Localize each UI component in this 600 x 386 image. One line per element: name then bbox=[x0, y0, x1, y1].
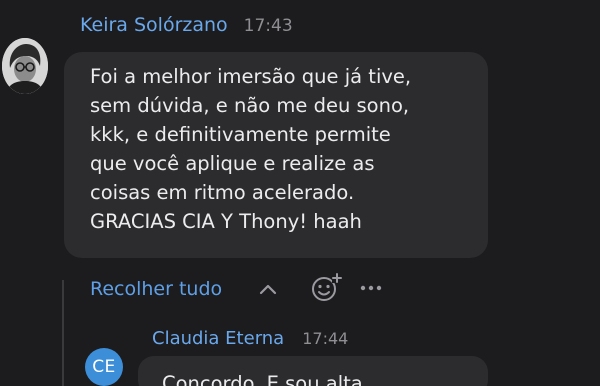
reply-author-name[interactable]: Claudia Eterna bbox=[152, 328, 284, 349]
author-name[interactable]: Keira Solórzano bbox=[80, 14, 228, 36]
message-text-line: que você aplique e realize as bbox=[90, 152, 375, 175]
author-avatar[interactable] bbox=[2, 38, 48, 94]
chevron-up-icon[interactable] bbox=[258, 282, 278, 296]
message-text-line: Foi a melhor imersão que já tive, bbox=[90, 65, 412, 88]
more-options-icon[interactable] bbox=[358, 282, 384, 294]
add-reaction-icon[interactable] bbox=[310, 272, 342, 304]
message-header: Keira Solórzano 17:43 bbox=[80, 14, 293, 40]
message-text-line: kkk, e definitivamente permite bbox=[90, 123, 391, 146]
collapse-all-link[interactable]: Recolher tudo bbox=[90, 276, 222, 302]
reply-avatar[interactable]: CE bbox=[85, 348, 123, 386]
thread-connector-line bbox=[62, 280, 64, 386]
message-timestamp: 17:43 bbox=[243, 16, 293, 36]
avatar-portrait-icon bbox=[2, 38, 48, 94]
reply-header: Claudia Eterna 17:44 bbox=[152, 328, 348, 352]
reply-bubble[interactable]: Concordo. E sou alta bbox=[138, 356, 488, 386]
reply-text: Concordo. E sou alta bbox=[162, 372, 363, 386]
message-text-line: GRACIAS CIA Y Thony! haah bbox=[90, 210, 362, 233]
message-bubble[interactable]: Foi a melhor imersão que já tive, sem dú… bbox=[64, 52, 488, 258]
message-text-line: sem dúvida, e não me deu sono, bbox=[90, 94, 410, 117]
message-text-line: coisas em ritmo acelerado. bbox=[90, 181, 355, 204]
reply-timestamp: 17:44 bbox=[302, 329, 349, 348]
